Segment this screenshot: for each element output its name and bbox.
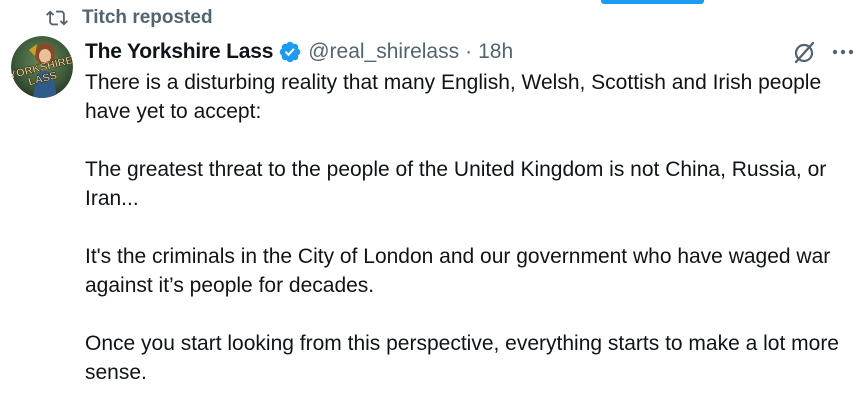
repost-label: Titch reposted bbox=[82, 7, 213, 28]
avatar[interactable]: YORKSHIRE LASS bbox=[11, 36, 73, 98]
tweet-paragraph: There is a disturbing reality that many … bbox=[85, 71, 822, 123]
tweet-card[interactable]: Titch reposted YORKSHIRE LASS The Yorksh… bbox=[0, 0, 866, 411]
tweet-paragraph: It's the criminals in the City of London… bbox=[85, 245, 831, 297]
tweet-text[interactable]: There is a disturbing reality that many … bbox=[85, 68, 865, 411]
tweet-paragraph: The greatest threat to the people of the… bbox=[85, 158, 827, 210]
author-handle[interactable]: @real_shirelass bbox=[308, 40, 459, 64]
header-actions bbox=[790, 37, 856, 67]
grok-icon[interactable] bbox=[790, 38, 818, 66]
tweet-header: The Yorkshire Lass @real_shirelass · 18h bbox=[85, 37, 856, 67]
post-time[interactable]: 18h bbox=[478, 40, 513, 64]
repost-context[interactable]: Titch reposted bbox=[46, 5, 213, 31]
author-display-name[interactable]: The Yorkshire Lass bbox=[85, 40, 273, 64]
repost-icon bbox=[46, 7, 68, 29]
more-options-icon[interactable] bbox=[830, 39, 856, 65]
tweet-paragraph: Once you start looking from this perspec… bbox=[85, 332, 839, 384]
verified-badge-icon[interactable] bbox=[278, 40, 302, 64]
active-tab-indicator bbox=[601, 0, 704, 4]
separator-dot: · bbox=[465, 40, 473, 63]
